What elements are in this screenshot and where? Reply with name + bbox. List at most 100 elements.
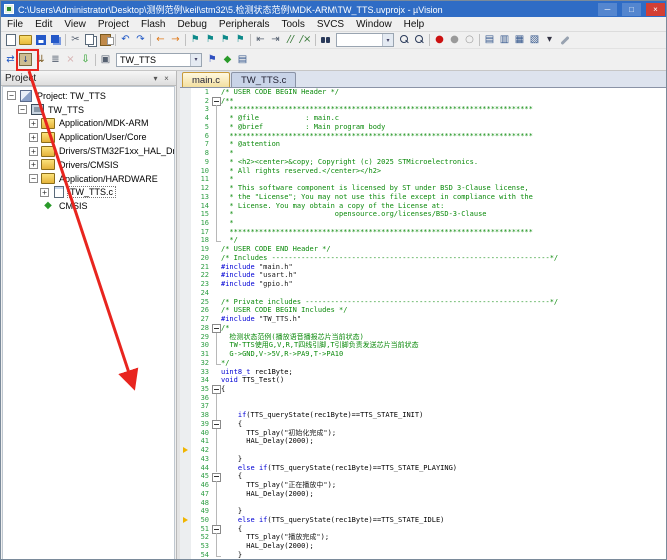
tree-item-application-mdk-arm[interactable]: +Application/MDK-ARM bbox=[3, 117, 174, 131]
manage-rte-button[interactable]: ◆ bbox=[220, 52, 235, 67]
incremental-find-button[interactable] bbox=[412, 33, 427, 48]
disable-breakpoint-button[interactable]: ● bbox=[447, 33, 462, 48]
expand-icon[interactable]: + bbox=[29, 147, 38, 156]
code-line[interactable]: 21#include "main.h" bbox=[180, 263, 666, 272]
menu-flash[interactable]: Flash bbox=[135, 17, 171, 31]
code-line[interactable]: 27#include "TW_TTS.h" bbox=[180, 315, 666, 324]
cut-button[interactable]: ✂ bbox=[68, 33, 83, 48]
tree-item-project-tw-tts[interactable]: −Project: TW_TTS bbox=[3, 89, 174, 103]
translate-button[interactable]: ⇄ bbox=[3, 52, 18, 67]
load-button[interactable]: ▣ bbox=[98, 52, 113, 67]
options-for-target-button[interactable]: ⚑ bbox=[205, 52, 220, 67]
bookmark-prev-button[interactable]: ⚑ bbox=[203, 33, 218, 48]
copy-button[interactable] bbox=[83, 33, 98, 48]
tree-item-drivers-cmsis[interactable]: +Drivers/CMSIS bbox=[3, 158, 174, 172]
fold-collapse-icon[interactable] bbox=[212, 385, 221, 394]
code-line[interactable]: 16 * bbox=[180, 219, 666, 228]
menu-edit[interactable]: Edit bbox=[29, 17, 58, 31]
menu-svcs[interactable]: SVCS bbox=[311, 17, 350, 31]
code-line[interactable]: 3 **************************************… bbox=[180, 105, 666, 114]
tree-item-drivers-stm32f1xx-hal-dri[interactable]: +Drivers/STM32F1xx_HAL_Dri... bbox=[3, 144, 174, 158]
maximize-button[interactable]: □ bbox=[622, 3, 641, 16]
code-line[interactable]: 30 TW-TTS使用G,V,R,T四线引脚,T引脚负责发送芯片当前状态 bbox=[180, 341, 666, 350]
code-line[interactable]: 33uint8_t rec1Byte; bbox=[180, 368, 666, 377]
code-view[interactable]: 1/* USER CODE BEGIN Header */2/**3 *****… bbox=[180, 88, 666, 560]
code-line[interactable]: 26/* USER CODE BEGIN Includes */ bbox=[180, 306, 666, 315]
chevron-down-icon[interactable]: ▾ bbox=[382, 34, 393, 46]
expand-icon[interactable]: + bbox=[29, 160, 38, 169]
code-line[interactable]: 6 **************************************… bbox=[180, 132, 666, 141]
tab-tw-tts-c[interactable]: TW_TTS.c bbox=[231, 72, 296, 87]
kill-breakpoints-button[interactable]: ○ bbox=[462, 33, 477, 48]
navigate-forward-button[interactable]: → bbox=[168, 33, 183, 48]
code-line[interactable]: 25/* Private includes ------------------… bbox=[180, 298, 666, 307]
bookmark-toggle-button[interactable]: ⚑ bbox=[188, 33, 203, 48]
collapse-icon[interactable]: − bbox=[7, 91, 16, 100]
menu-tools[interactable]: Tools bbox=[276, 17, 311, 31]
code-line[interactable]: 49 } bbox=[180, 507, 666, 516]
code-line[interactable]: 9 * <h2><center>&copy; Copyright (c) 202… bbox=[180, 158, 666, 167]
code-line[interactable]: 40 TTS_play("初始化完成"); bbox=[180, 429, 666, 438]
code-line[interactable]: 44 else if(TTS_queryState(rec1Byte)==TTS… bbox=[180, 464, 666, 473]
build-button[interactable] bbox=[18, 52, 33, 67]
fold-collapse-icon[interactable] bbox=[212, 472, 221, 481]
find-combobox[interactable]: ▾ bbox=[336, 33, 394, 47]
books-window-button[interactable]: ▥ bbox=[497, 33, 512, 48]
code-line[interactable]: 10 * All rights reserved.</center></h2> bbox=[180, 167, 666, 176]
code-line[interactable]: 15 * opensource.org/licenses/BSD-3-Claus… bbox=[180, 210, 666, 219]
menu-peripherals[interactable]: Peripherals bbox=[213, 17, 276, 31]
close-button[interactable]: × bbox=[646, 3, 665, 16]
menu-view[interactable]: View bbox=[58, 17, 92, 31]
code-line[interactable]: 4 * @file : main.c bbox=[180, 114, 666, 123]
expand-icon[interactable]: + bbox=[29, 133, 38, 142]
unindent-button[interactable]: ⇤ bbox=[253, 33, 268, 48]
rebuild-button[interactable]: ⇊ bbox=[33, 52, 48, 67]
code-line[interactable]: 47 HAL_Delay(2000); bbox=[180, 490, 666, 499]
tree-item-application-hardware[interactable]: −Application/HARDWARE bbox=[3, 172, 174, 186]
bookmark-next-button[interactable]: ⚑ bbox=[218, 33, 233, 48]
code-line[interactable]: 34void TTS_Test() bbox=[180, 376, 666, 385]
code-line[interactable]: 7 * @attention bbox=[180, 140, 666, 149]
code-line[interactable]: 50 else if(TTS_queryState(rec1Byte)==TTS… bbox=[180, 516, 666, 525]
save-button[interactable] bbox=[33, 33, 48, 48]
fold-collapse-icon[interactable] bbox=[212, 420, 221, 429]
windows-dropdown[interactable]: ▾ bbox=[542, 33, 557, 48]
minimize-button[interactable]: ─ bbox=[598, 3, 617, 16]
uncomment-button[interactable]: /× bbox=[298, 33, 313, 48]
bookmark-clear-button[interactable]: ⚑ bbox=[233, 33, 248, 48]
code-line[interactable]: 24 bbox=[180, 289, 666, 298]
code-line[interactable]: 1/* USER CODE BEGIN Header */ bbox=[180, 88, 666, 97]
tree-item-tw-tts[interactable]: −TW_TTS bbox=[3, 103, 174, 117]
project-window-button[interactable]: ▤ bbox=[482, 33, 497, 48]
pin-panel-icon[interactable] bbox=[150, 73, 161, 84]
code-line[interactable]: 8 * bbox=[180, 149, 666, 158]
download-button[interactable]: ⇩ bbox=[78, 52, 93, 67]
code-line[interactable]: 32*/ bbox=[180, 359, 666, 368]
file-extensions-button[interactable]: ▤ bbox=[235, 52, 250, 67]
tree-item-cmsis[interactable]: CMSIS bbox=[3, 199, 174, 213]
code-line[interactable]: 29 检测状态范例(播放语音播报芯片当前状态) bbox=[180, 333, 666, 342]
code-line[interactable]: 46 TTS_play("正在播放中"); bbox=[180, 481, 666, 490]
code-line[interactable]: 39 { bbox=[180, 420, 666, 429]
code-line[interactable]: 11 * bbox=[180, 175, 666, 184]
code-line[interactable]: 5 * @brief : Main program body bbox=[180, 123, 666, 132]
code-line[interactable]: 36 bbox=[180, 394, 666, 403]
stop-build-button[interactable]: × bbox=[63, 52, 78, 67]
redo-button[interactable]: ↷ bbox=[133, 33, 148, 48]
code-line[interactable]: 38 if(TTS_queryState(rec1Byte)==TTS_STAT… bbox=[180, 411, 666, 420]
code-line[interactable]: 37 bbox=[180, 402, 666, 411]
chevron-down-icon[interactable]: ▾ bbox=[190, 54, 201, 66]
code-line[interactable]: 19/* USER CODE END Header */ bbox=[180, 245, 666, 254]
code-line[interactable]: 28/* bbox=[180, 324, 666, 333]
tree-item-tw-tts-c[interactable]: +TW_TTS.c bbox=[3, 186, 174, 200]
target-select[interactable]: TW_TTS▾ bbox=[116, 53, 202, 67]
code-line[interactable]: 12 * This software component is licensed… bbox=[180, 184, 666, 193]
code-line[interactable]: 23#include "gpio.h" bbox=[180, 280, 666, 289]
expand-icon[interactable]: + bbox=[40, 188, 49, 197]
expand-icon[interactable]: + bbox=[29, 119, 38, 128]
navigate-back-button[interactable]: ← bbox=[153, 33, 168, 48]
menu-window[interactable]: Window bbox=[350, 17, 398, 31]
code-line[interactable]: 13 * the "License"; You may not use this… bbox=[180, 193, 666, 202]
code-line[interactable]: 52 TTS_play("播放完成"); bbox=[180, 533, 666, 542]
code-line[interactable]: 20/* Includes --------------------------… bbox=[180, 254, 666, 263]
